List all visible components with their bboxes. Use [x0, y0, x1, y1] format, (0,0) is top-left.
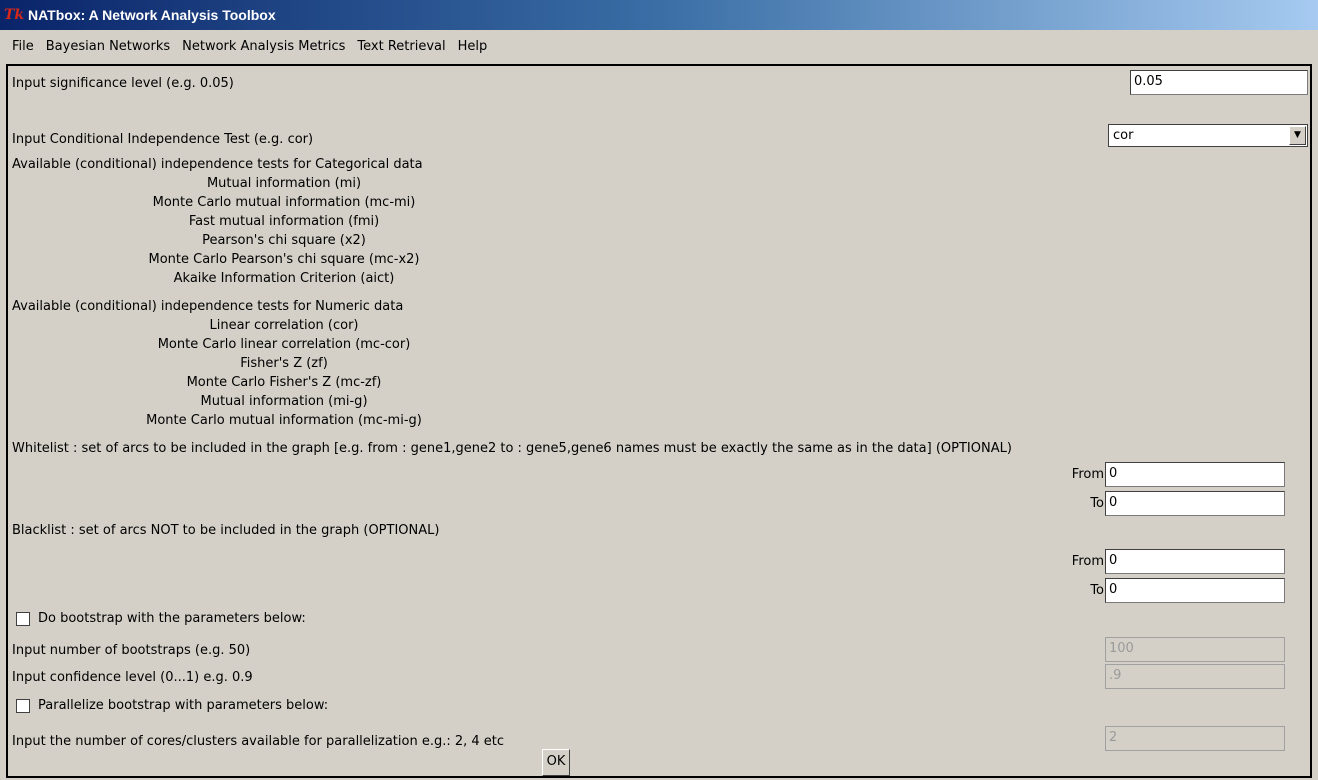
categorical-test-item: Monte Carlo Pearson's chi square (mc-x2)	[148, 252, 420, 267]
cores-label: Input the number of cores/clusters avail…	[12, 734, 505, 749]
blacklist-to-input[interactable]: 0	[1105, 578, 1285, 603]
title-bar: Tk NATbox: A Network Analysis Toolbox	[0, 0, 1318, 30]
whitelist-to-input[interactable]: 0	[1105, 491, 1285, 516]
menu-bayesian-networks[interactable]: Bayesian Networks	[40, 39, 176, 54]
parallelize-checkbox[interactable]	[16, 699, 30, 713]
confidence-level-input[interactable]: .9	[1105, 664, 1285, 689]
blacklist-from-input[interactable]: 0	[1105, 549, 1285, 574]
categorical-heading: Available (conditional) independence tes…	[12, 157, 423, 172]
numeric-test-item: Mutual information (mi-g)	[200, 394, 368, 409]
ci-test-selected-value: cor	[1113, 128, 1134, 143]
numeric-test-item: Monte Carlo mutual information (mc-mi-g)	[146, 413, 422, 428]
categorical-test-item: Pearson's chi square (x2)	[202, 233, 366, 248]
menu-bar: File Bayesian Networks Network Analysis …	[0, 32, 1318, 60]
menu-network-analysis-metrics[interactable]: Network Analysis Metrics	[176, 39, 351, 54]
ok-button[interactable]: OK	[542, 749, 570, 776]
menu-text-retrieval[interactable]: Text Retrieval	[351, 39, 451, 54]
significance-input[interactable]: 0.05	[1130, 70, 1308, 95]
bootstrap-number-input[interactable]: 100	[1105, 637, 1285, 662]
window-title: NATbox: A Network Analysis Toolbox	[28, 7, 276, 23]
bootstrap-checkbox-label: Do bootstrap with the parameters below:	[38, 611, 306, 626]
menu-help[interactable]: Help	[452, 39, 494, 54]
tk-logo-icon: Tk	[4, 7, 25, 23]
numeric-test-item: Fisher's Z (zf)	[240, 356, 328, 371]
numeric-test-item: Monte Carlo Fisher's Z (mc-zf)	[186, 375, 382, 390]
categorical-test-item: Fast mutual information (fmi)	[188, 214, 380, 229]
cores-input[interactable]: 2	[1105, 726, 1285, 751]
menu-file[interactable]: File	[0, 39, 40, 54]
categorical-test-item: Mutual information (mi)	[206, 176, 362, 191]
whitelist-to-label: To	[1090, 496, 1104, 511]
ci-test-select[interactable]: cor ▼	[1108, 124, 1308, 147]
numeric-heading: Available (conditional) independence tes…	[12, 299, 404, 314]
categorical-test-item: Akaike Information Criterion (aict)	[173, 271, 395, 286]
ci-test-label: Input Conditional Independence Test (e.g…	[12, 132, 314, 147]
chevron-down-icon[interactable]: ▼	[1289, 126, 1306, 145]
blacklist-to-label: To	[1090, 583, 1104, 598]
bootstrap-checkbox[interactable]	[16, 612, 30, 626]
bootstrap-number-label: Input number of bootstraps (e.g. 50)	[12, 643, 251, 658]
significance-label: Input significance level (e.g. 0.05)	[12, 76, 234, 91]
blacklist-from-label: From	[1071, 554, 1104, 569]
confidence-level-label: Input confidence level (0...1) e.g. 0.9	[12, 670, 253, 685]
categorical-test-item: Monte Carlo mutual information (mc-mi)	[152, 195, 416, 210]
whitelist-label: Whitelist : set of arcs to be included i…	[12, 441, 1012, 456]
whitelist-from-input[interactable]: 0	[1105, 462, 1285, 487]
numeric-test-item: Monte Carlo linear correlation (mc-cor)	[157, 337, 411, 352]
blacklist-label: Blacklist : set of arcs NOT to be includ…	[12, 523, 440, 538]
parallelize-checkbox-label: Parallelize bootstrap with parameters be…	[38, 698, 329, 713]
numeric-test-item: Linear correlation (cor)	[209, 318, 359, 333]
whitelist-from-label: From	[1071, 467, 1104, 482]
main-panel: Input significance level (e.g. 0.05) 0.0…	[6, 64, 1312, 778]
